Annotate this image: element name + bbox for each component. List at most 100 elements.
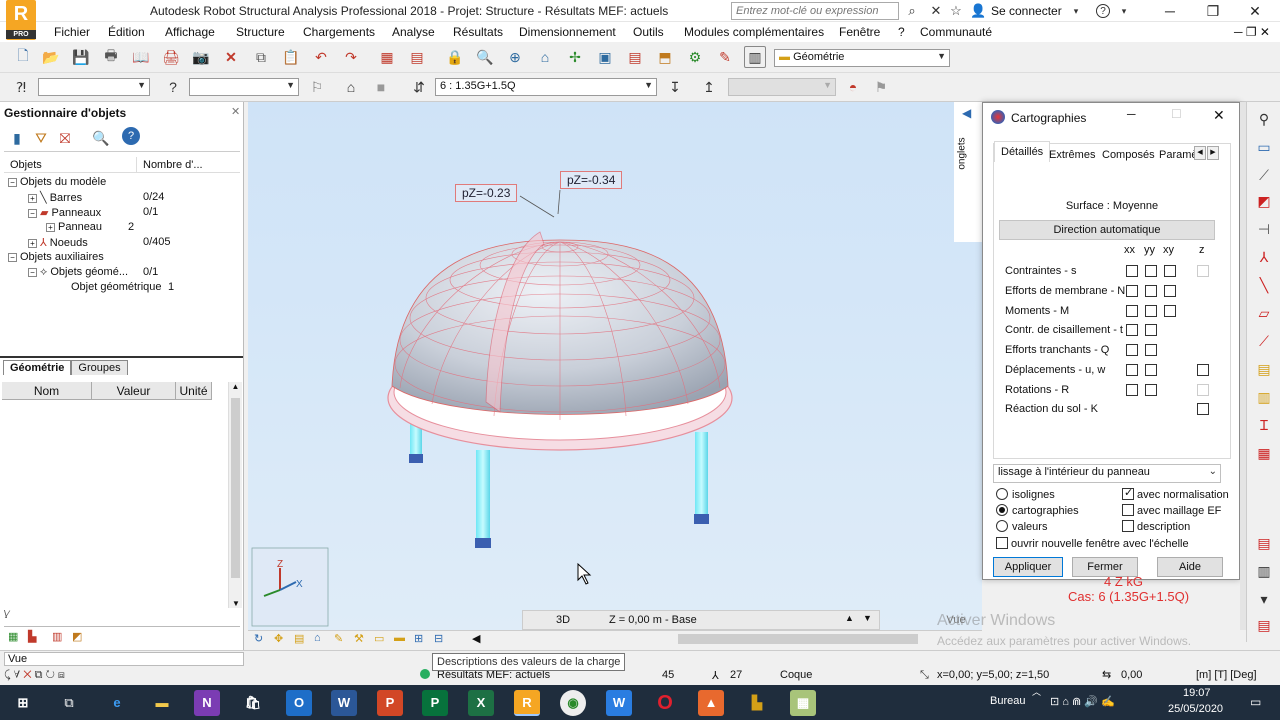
chevron-down-icon[interactable]: ▾ [1116, 3, 1132, 19]
results-icon[interactable]: ⬒ [654, 46, 676, 68]
calculator-icon[interactable]: ▤ [406, 46, 428, 68]
arrow-left-icon[interactable]: ◀ [962, 106, 971, 120]
bar-icon[interactable]: ⟋ [1253, 164, 1275, 186]
materials-icon[interactable]: ◩ [72, 630, 82, 643]
star-icon[interactable]: ☆ [948, 3, 964, 19]
print-icon[interactable]: 🖶 [100, 46, 122, 68]
reset-icon[interactable]: ∀ [14, 669, 20, 681]
checkbox-deplacements-w[interactable] [1197, 364, 1209, 376]
cursor-icon[interactable]: ⤹ [4, 669, 11, 681]
edge-icon[interactable]: e [104, 690, 130, 716]
exchange-icon[interactable]: ✕ [928, 3, 944, 19]
pan-icon[interactable]: ✥ [274, 632, 283, 645]
autodesk-icon[interactable]: ▲ [698, 690, 724, 716]
load-icon[interactable]: ▤ [1253, 358, 1275, 380]
mirror-icon[interactable]: ⧈ [58, 669, 65, 681]
checkbox-new-window[interactable] [996, 537, 1008, 549]
draw-icon[interactable]: ✎ [334, 632, 343, 645]
checkbox-membrane-xx[interactable] [1126, 285, 1138, 297]
numbers-icon[interactable]: ⊞ [414, 632, 423, 645]
selection-select[interactable]: ▼ [38, 78, 150, 96]
expand-icon[interactable]: + [46, 222, 55, 232]
paste-icon[interactable]: 📋 [280, 46, 302, 68]
zoom-extents-icon[interactable]: ▤ [294, 632, 304, 645]
checkbox-cisaillement-xx[interactable] [1126, 324, 1138, 336]
checkbox-description[interactable] [1122, 520, 1134, 532]
menu-edition[interactable]: Édition [108, 25, 145, 39]
checkbox-rotations-xx[interactable] [1126, 384, 1138, 396]
desktop-label[interactable]: Bureau [990, 695, 1025, 707]
tree-item-geom-object[interactable]: Objet géométrique [71, 281, 162, 293]
structure-view-icon[interactable]: ⌂ [534, 46, 556, 68]
collapse-icon[interactable]: − [8, 252, 17, 262]
settings-icon[interactable]: ⚙ [684, 46, 706, 68]
undo-icon[interactable]: ↶ [310, 46, 332, 68]
chrome-icon[interactable]: ◉ [560, 690, 586, 716]
task-view-icon[interactable]: ⧉ [56, 690, 82, 716]
search-icon[interactable]: 🔍 [90, 127, 112, 149]
tab-scroll-left-icon[interactable]: ◀ [1194, 146, 1206, 160]
clock-date[interactable]: 25/05/2020 [1168, 703, 1223, 715]
map-icon[interactable]: ▦ [790, 690, 816, 716]
expand-icon[interactable]: + [28, 193, 37, 203]
checkbox-membrane-xy[interactable] [1164, 285, 1176, 297]
tree-item-aux-objects[interactable]: − Objets auxiliaires [8, 251, 104, 263]
onglets-tab[interactable]: onglets [957, 137, 968, 169]
units-indicator[interactable]: [m] [T] [Deg] [1196, 669, 1257, 681]
report-icon[interactable]: ▤ [1253, 614, 1275, 636]
close-icon[interactable]: ✕ [231, 105, 240, 118]
grid-icon[interactable]: ▥ [1253, 560, 1275, 582]
dialog-minimize-button[interactable]: ─ [1127, 107, 1136, 121]
save-icon[interactable]: 💾 [70, 46, 92, 68]
tools-more-icon[interactable]: ▾ [1253, 588, 1275, 610]
tree-item-model-objects[interactable]: − Objets du modèle [8, 176, 106, 188]
line-icon[interactable]: ╲ [1253, 274, 1275, 296]
release-icon[interactable]: ⟋ [1253, 330, 1275, 352]
checkbox-moments-xx[interactable] [1126, 305, 1138, 317]
menu-help[interactable]: ? [898, 25, 905, 39]
home-view-icon[interactable]: ⌂ [314, 632, 321, 644]
tab-groupes[interactable]: Groupes [71, 360, 128, 375]
menu-outils[interactable]: Outils [633, 25, 664, 39]
tab-scroll-right-icon[interactable]: ▶ [1207, 146, 1219, 160]
checkbox-moments-xy[interactable] [1164, 305, 1176, 317]
grid-icon[interactable]: ⊟ [434, 632, 443, 645]
table-view-icon[interactable]: ▦ [8, 630, 18, 643]
menu-affichage[interactable]: Affichage [165, 25, 215, 39]
checkbox-maillage[interactable] [1122, 504, 1134, 516]
collapse-icon[interactable]: − [8, 177, 17, 187]
radio-cartographies[interactable] [996, 504, 1008, 516]
calc-icon[interactable]: ▤ [624, 46, 646, 68]
load-definition-icon[interactable]: ↥ [698, 76, 720, 98]
windows-start-icon[interactable]: ⊞ [10, 690, 36, 716]
menu-analyse[interactable]: Analyse [392, 25, 435, 39]
opera-icon[interactable]: O [652, 690, 678, 716]
section-definition-icon[interactable]: ▭ [1253, 136, 1275, 158]
tray-icons[interactable]: ⊡ ⌂ ⋒ 🔊 ✍ [1050, 695, 1115, 708]
properties-scrollbar[interactable]: ▲ ▼ [228, 382, 242, 608]
filter-list-icon[interactable]: ▮ [6, 127, 28, 149]
group-select[interactable]: ▼ [189, 78, 299, 96]
plane-down-icon[interactable]: ▼ [863, 613, 872, 623]
3d-viewport[interactable]: Z X pZ=-0.23 pZ=-0.34 ◀ onglets Vue [248, 102, 982, 630]
properties-icon[interactable]: ⚲ [1253, 108, 1275, 130]
mdi-controls[interactable]: ─ ❐ ✕ [1234, 25, 1270, 39]
onenote-icon[interactable]: N [194, 690, 220, 716]
tree-item-barres[interactable]: + ╲ Barres [28, 191, 82, 204]
outlook-icon[interactable]: O [286, 690, 312, 716]
new-file-icon[interactable]: 🗋 [12, 46, 34, 68]
layout-select[interactable]: ▬ Géométrie ▼ [774, 49, 950, 67]
aide-button[interactable]: Aide [1157, 557, 1223, 577]
panel-resize-grip[interactable]: \⁄ [4, 609, 9, 621]
load-case-select[interactable]: 6 : 1.35G+1.5Q ▼ [435, 78, 657, 96]
user-icon[interactable]: 👤 [970, 3, 986, 19]
chevron-down-icon[interactable]: ▾ [1068, 3, 1084, 19]
bar-sections-icon[interactable]: ▙ [28, 630, 36, 643]
menu-fenetre[interactable]: Fenêtre [839, 25, 880, 39]
minimize-button[interactable]: ─ [1155, 2, 1185, 20]
plane-up-icon[interactable]: ▲ [845, 613, 854, 623]
zoom-icon[interactable]: 🔍 [474, 46, 496, 68]
checkbox-contraintes-yy[interactable] [1145, 265, 1157, 277]
project-icon[interactable]: P [422, 690, 448, 716]
rotate-icon[interactable]: ↻ [254, 632, 263, 645]
